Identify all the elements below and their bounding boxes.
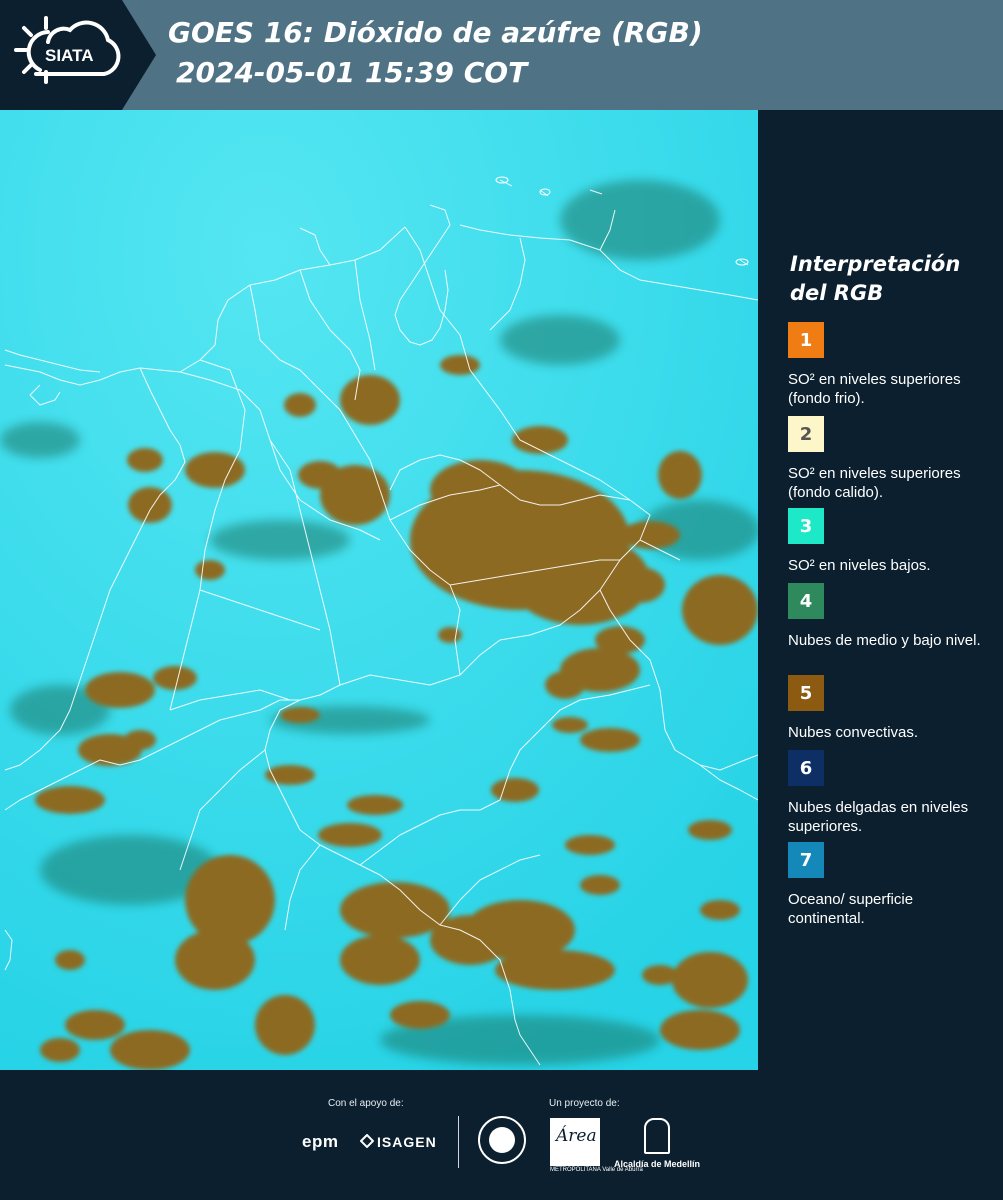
divider [458,1116,459,1168]
legend-item-7: 7 Oceano/ superficie continental. [788,842,993,928]
support-label: Con el apoyo de: [328,1098,404,1109]
satellite-map[interactable] [0,110,758,1070]
area-logo-text: Área [556,1126,597,1146]
legend-label: SO² en niveles bajos. [788,557,931,574]
legend-item-6: 6 Nubes delgadas en niveles superiores. [788,750,993,836]
timestamp: 2024-05-01 15:39 COT [176,56,528,89]
legend-label: Nubes convectivas. [788,724,919,741]
legend-label: Oceano/ superficie continental. [788,891,914,927]
area-metropolitana-logo[interactable]: Área [550,1118,600,1166]
alcaldia-logo[interactable]: Alcaldía de Medellín [614,1159,700,1169]
legend-item-3: 3 SO² en niveles bajos. [788,508,993,575]
project-label: Un proyecto de: [549,1098,620,1109]
legend-swatch: 5 [788,675,824,711]
isagen-logo[interactable]: ISAGEN [377,1134,437,1150]
siata-logo[interactable]: SIATA [0,0,156,110]
legend-label: SO² en niveles superiores (fondo frio). [788,371,961,407]
legend-swatch: 6 [788,750,824,786]
legend-item-2: 2 SO² en niveles superiores (fondo calid… [788,416,993,502]
legend-swatch: 2 [788,416,824,452]
legend-swatch: 4 [788,583,824,619]
legend-panel: Interpretación del RGB 1 SO² en niveles … [758,110,1003,1070]
page-title: GOES 16: Dióxido de azúfre (RGB) [168,16,703,49]
legend-swatch: 1 [788,322,824,358]
legend-item-5: 5 Nubes convectivas. [788,675,993,742]
satellite-image [0,110,758,1070]
legend-label: SO² en niveles superiores (fondo calido)… [788,465,961,501]
isagen-icon [360,1134,374,1148]
legend-label: Nubes delgadas en niveles superiores. [788,799,969,835]
legend-item-1: 1 SO² en niveles superiores (fondo frio)… [788,322,993,408]
medellin-seal-icon[interactable] [478,1116,526,1164]
footer: Con el apoyo de: Un proyecto de: epm ISA… [0,1070,1003,1200]
legend-item-4: 4 Nubes de medio y bajo nivel. [788,583,993,650]
legend-swatch: 7 [788,842,824,878]
header-bar: SIATA GOES 16: Dióxido de azúfre (RGB) 2… [0,0,1003,110]
alcaldia-crest-icon [644,1118,670,1154]
legend-label: Nubes de medio y bajo nivel. [788,632,981,649]
epm-logo[interactable]: epm [302,1132,338,1152]
sun-cloud-icon: SIATA [14,16,121,84]
legend-swatch: 3 [788,508,824,544]
legend-title: Interpretación del RGB [790,252,961,305]
logo-text: SIATA [45,46,93,65]
